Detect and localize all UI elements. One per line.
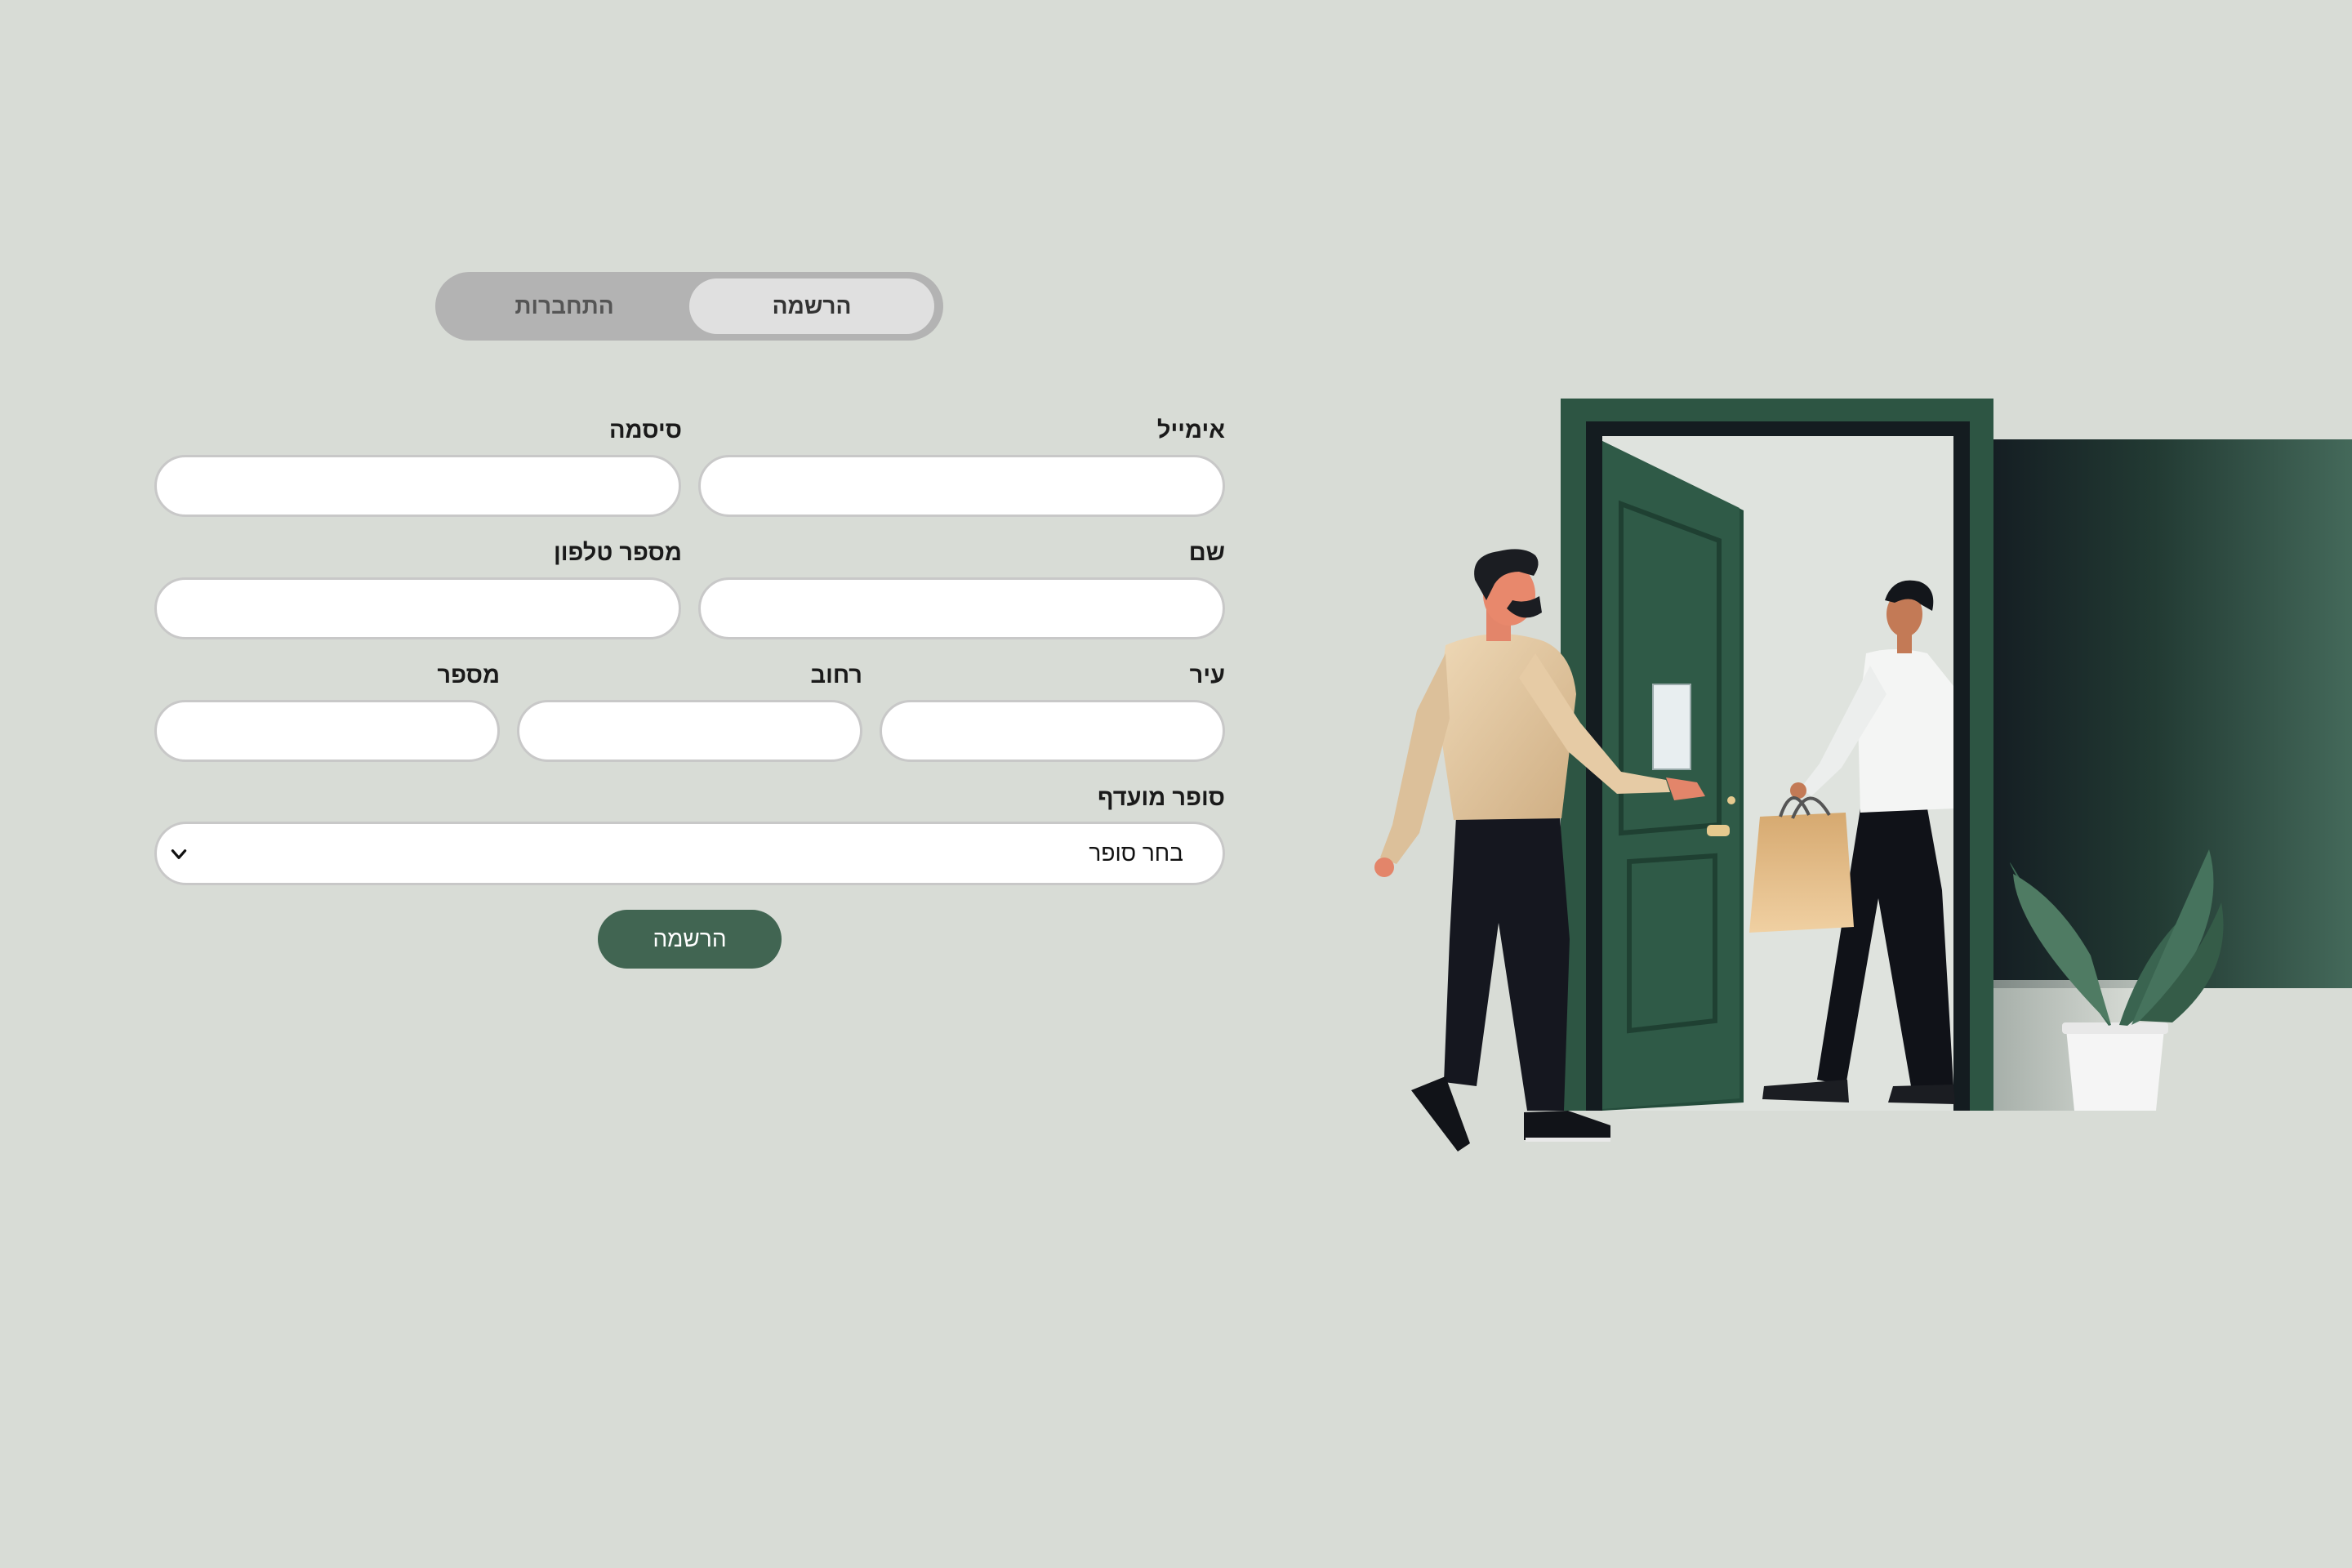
phone-field[interactable] <box>154 577 681 639</box>
password-label: סיסמה <box>608 417 682 443</box>
phone-label: מספר טלפון <box>553 540 682 566</box>
city-label: עיר <box>1189 662 1225 688</box>
door-lock <box>1727 796 1735 804</box>
resident-shoe-front <box>1524 1111 1610 1140</box>
street-field[interactable] <box>517 700 862 762</box>
delivery-man-hand <box>1790 782 1806 799</box>
door-handle <box>1707 825 1730 836</box>
email-field[interactable] <box>698 455 1225 517</box>
favorite-writer-label: סופר מועדף <box>1098 785 1225 811</box>
email-label: אימייל <box>1156 417 1225 443</box>
registration-page: התחברות הרשמה אימייל סיסמה שם מספר טלפון… <box>0 0 2352 1568</box>
name-field[interactable] <box>698 577 1225 639</box>
plant-pot-rim <box>2062 1022 2168 1034</box>
resident-shoe-sole <box>1526 1138 1610 1142</box>
plant-pot <box>2066 1029 2164 1111</box>
register-button[interactable]: הרשמה <box>598 910 782 969</box>
delivery-man-shoe-right <box>1888 1085 1955 1104</box>
auth-tabs: התחברות הרשמה <box>435 272 943 341</box>
paper-bag <box>1749 813 1854 933</box>
number-label: מספר <box>437 662 500 688</box>
resident-arm-back <box>1380 653 1450 864</box>
chevron-down-icon <box>171 849 187 859</box>
favorite-writer-selected-value: בחר סופר <box>1089 840 1183 866</box>
tab-register[interactable]: הרשמה <box>689 278 934 334</box>
resident-hand-back <box>1374 858 1394 877</box>
street-label: רחוב <box>810 662 862 688</box>
password-field[interactable] <box>154 455 681 517</box>
number-field[interactable] <box>154 700 500 762</box>
resident-legs <box>1444 817 1570 1111</box>
city-field[interactable] <box>880 700 1225 762</box>
door-note <box>1652 684 1691 770</box>
favorite-writer-select[interactable]: בחר סופר <box>154 822 1225 885</box>
door-delivery-illustration <box>1374 399 2352 1152</box>
resident-shoe-back <box>1411 1076 1470 1152</box>
tab-login[interactable]: התחברות <box>442 278 687 334</box>
name-label: שם <box>1188 540 1225 566</box>
